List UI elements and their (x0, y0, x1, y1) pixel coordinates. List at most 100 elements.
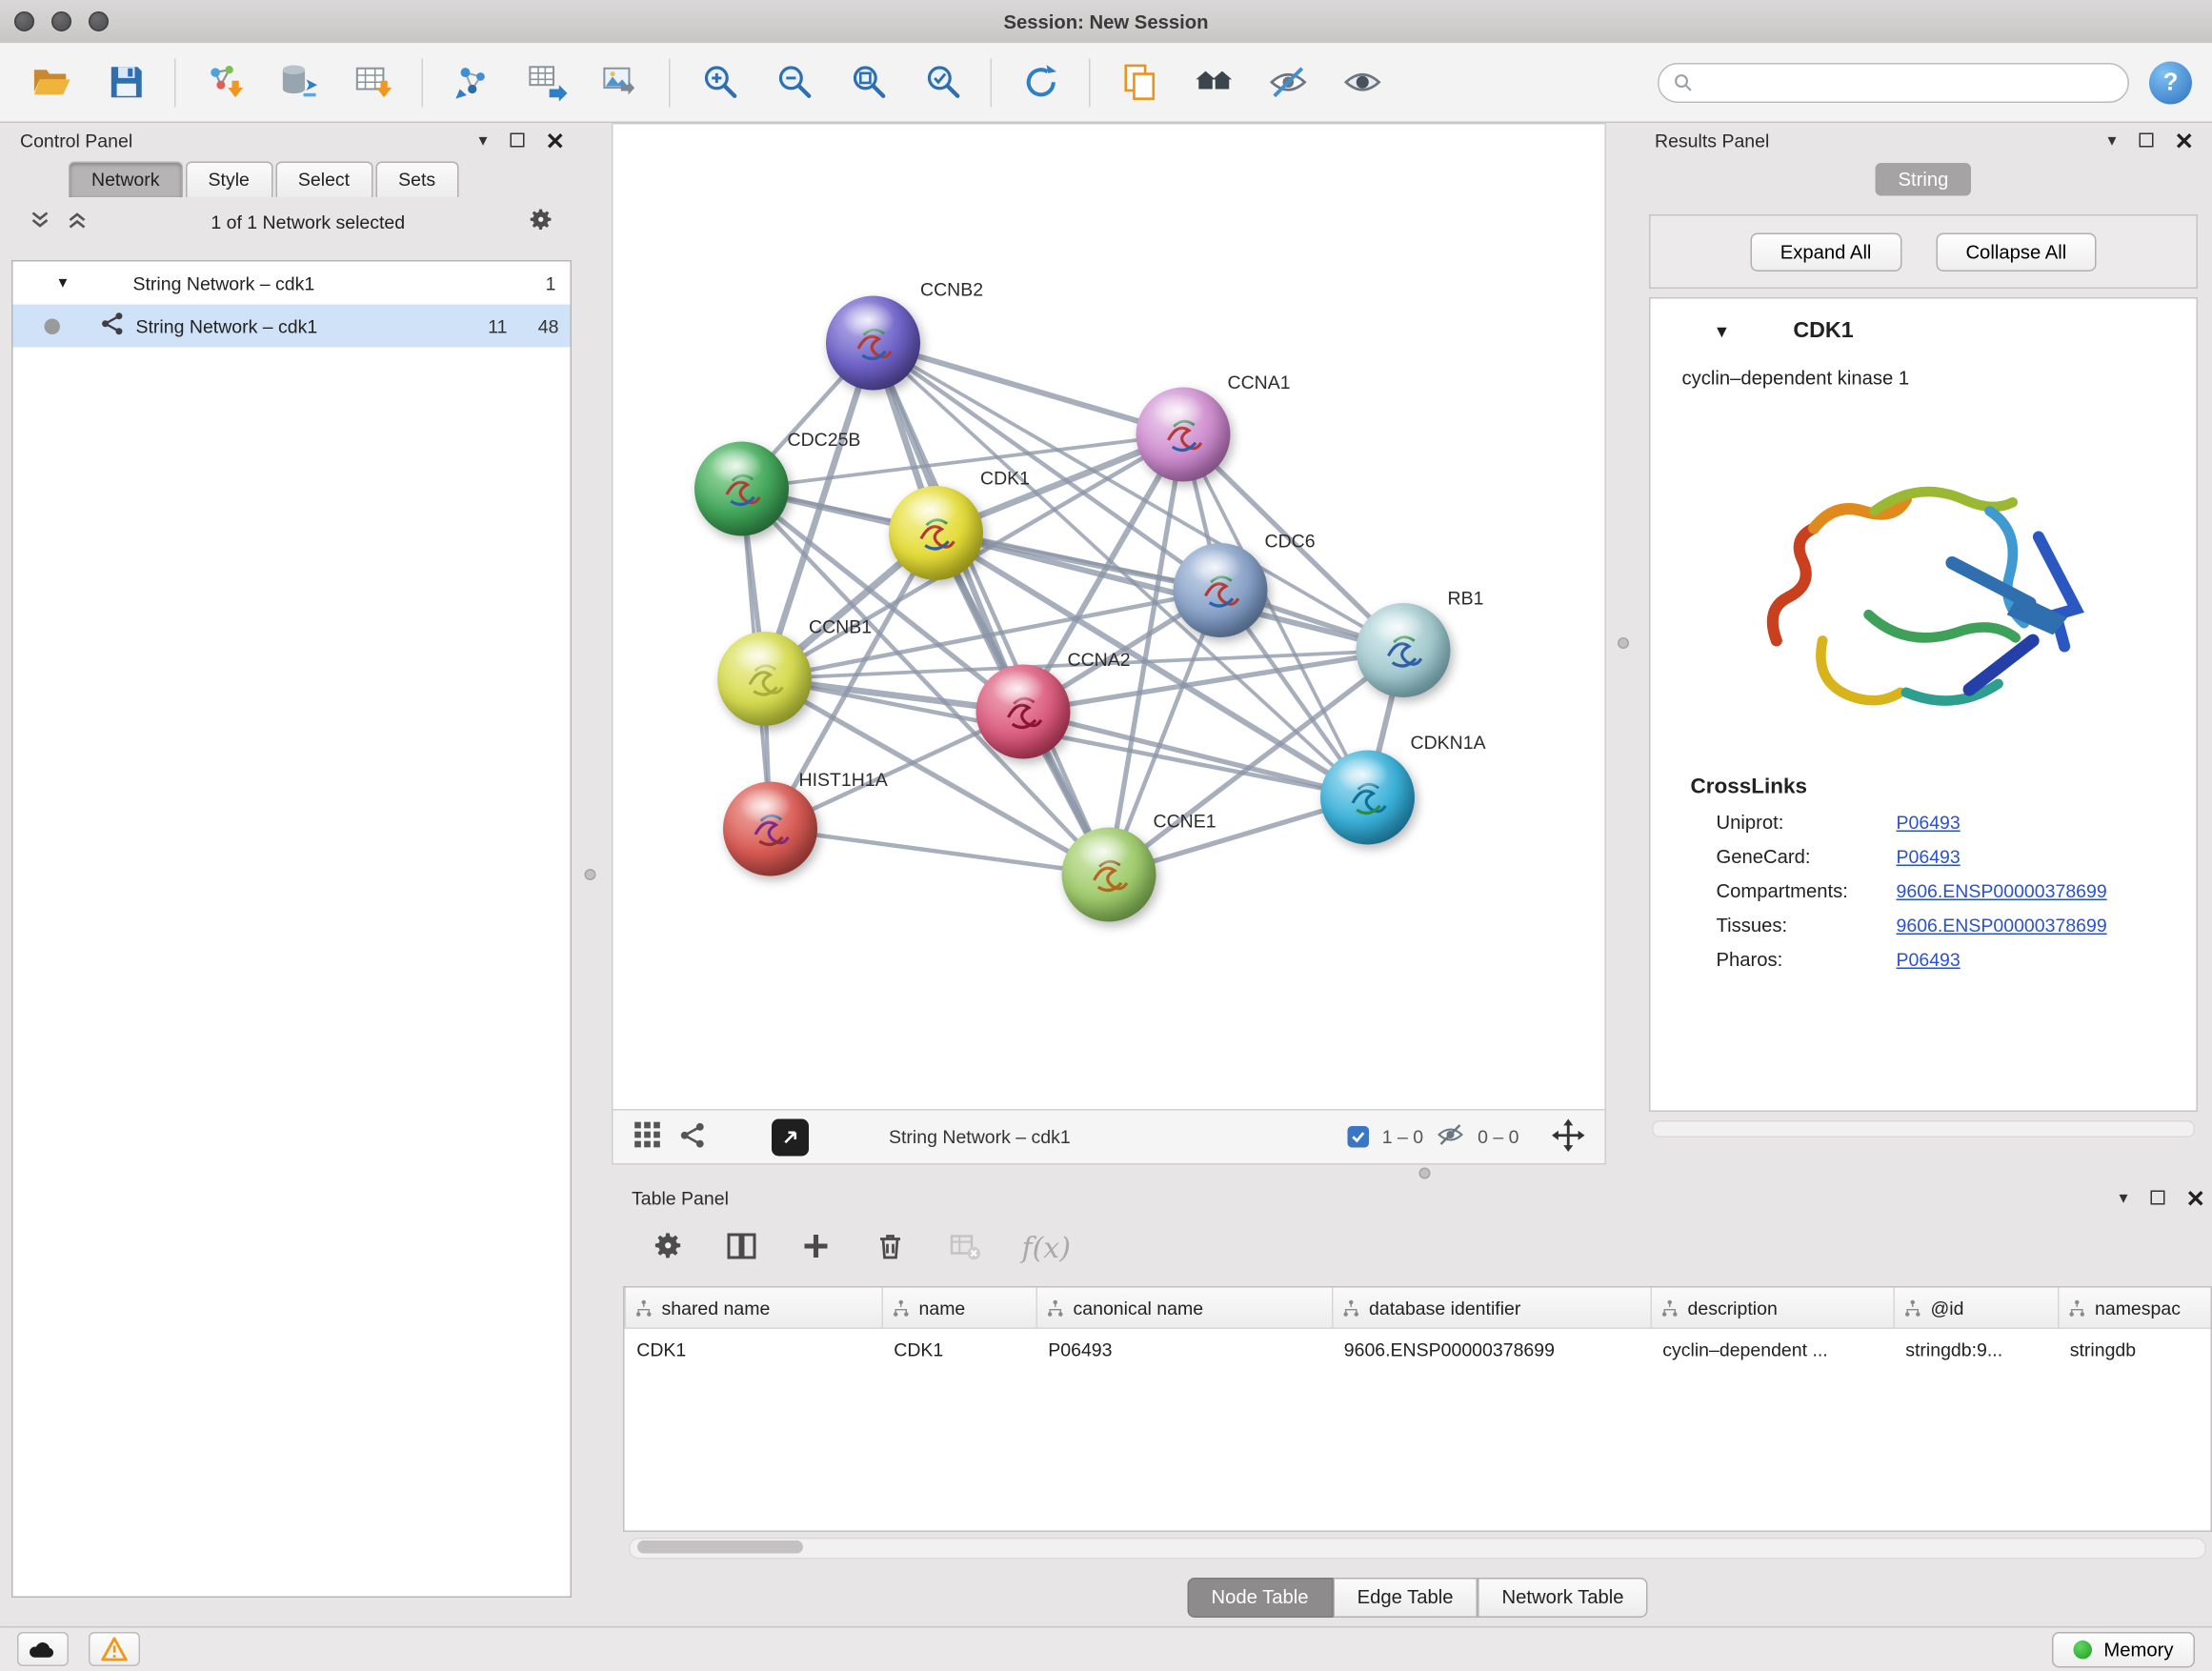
show-all-button[interactable] (1325, 50, 1399, 113)
zoom-selected-button[interactable] (905, 50, 979, 113)
network-node-cdc6[interactable] (1174, 543, 1268, 637)
tab-edge-table[interactable]: Edge Table (1333, 1578, 1478, 1618)
home-button[interactable] (1176, 50, 1251, 113)
maximize-panel-icon[interactable] (511, 133, 525, 148)
export-image-button[interactable] (583, 50, 657, 113)
network-collection-row[interactable]: ▼ String Network – cdk1 1 (13, 262, 571, 305)
cloud-button[interactable] (17, 1632, 69, 1666)
cell-canonical-name[interactable]: P06493 (1036, 1328, 1333, 1369)
network-node-ccnb2[interactable] (826, 296, 920, 391)
move-crosshair-icon[interactable] (1552, 1118, 1585, 1156)
network-row-selected[interactable]: String Network – cdk1 11 48 (13, 305, 571, 348)
collapse-all-icon[interactable] (29, 208, 51, 235)
zoom-window-button[interactable] (89, 11, 109, 31)
collapse-panel-icon[interactable]: ▾ (2119, 1188, 2127, 1208)
delete-column-icon[interactable] (874, 1228, 908, 1267)
tab-sets[interactable]: Sets (375, 162, 458, 198)
hidden-eye-icon[interactable] (1437, 1120, 1465, 1154)
network-node-ccne1[interactable] (1062, 828, 1156, 922)
column-header[interactable]: namespac (2059, 1288, 2212, 1329)
column-header[interactable]: description (1651, 1288, 1894, 1329)
crosslink-link[interactable]: P06493 (1897, 812, 1961, 834)
collapse-section-icon[interactable]: ▼ (1714, 322, 1731, 342)
import-network-file-button[interactable] (188, 50, 262, 113)
network-node-ccna1[interactable] (1136, 388, 1231, 482)
expand-all-button[interactable]: Expand All (1750, 232, 1901, 272)
crosslink-link[interactable]: 9606.ENSP00000378699 (1897, 880, 2107, 902)
tab-string[interactable]: String (1876, 163, 1972, 196)
network-node-ccnb1[interactable] (717, 632, 812, 726)
collapse-panel-icon[interactable]: ▾ (478, 131, 487, 151)
apply-layout-button[interactable] (1003, 50, 1077, 113)
table-settings-gear-icon[interactable] (652, 1229, 685, 1266)
grid-view-icon[interactable] (633, 1120, 662, 1154)
search-input[interactable] (1703, 70, 2114, 95)
zoom-out-button[interactable] (756, 50, 831, 113)
cell-name[interactable]: CDK1 (882, 1328, 1036, 1369)
network-node-cdk1[interactable] (889, 486, 983, 580)
horizontal-scrollbar[interactable] (629, 1538, 2206, 1560)
new-network-button[interactable] (434, 50, 509, 113)
network-node-cdkn1a[interactable] (1320, 751, 1415, 845)
maximize-panel-icon[interactable] (2151, 1191, 2165, 1205)
warning-button[interactable] (89, 1632, 140, 1666)
selected-checkbox[interactable] (1348, 1126, 1370, 1148)
network-canvas[interactable]: CCNB2 CCNA1 CDC25B CDK1 CDC6 RB1 CCNB1 C… (613, 125, 1605, 1110)
hide-selected-button[interactable] (1251, 50, 1325, 113)
network-node-rb1[interactable] (1357, 603, 1451, 697)
zoom-in-button[interactable] (682, 50, 756, 113)
gear-icon[interactable] (528, 206, 555, 237)
import-table-button[interactable] (336, 50, 411, 113)
memory-button[interactable]: Memory (2052, 1631, 2195, 1667)
tree-expand-icon[interactable]: ▼ (56, 275, 76, 292)
close-panel-icon[interactable] (2188, 1190, 2204, 1206)
add-column-icon[interactable] (799, 1228, 834, 1267)
close-window-button[interactable] (14, 11, 34, 31)
tab-style[interactable]: Style (186, 162, 272, 198)
column-header[interactable]: shared name (625, 1288, 882, 1329)
import-network-database-button[interactable] (262, 50, 336, 113)
copy-document-button[interactable] (1102, 50, 1176, 113)
column-header[interactable]: @id (1894, 1288, 2059, 1329)
zoom-fit-button[interactable] (831, 50, 905, 113)
network-navigator-button[interactable] (772, 1118, 809, 1156)
help-button[interactable]: ? (2149, 61, 2192, 104)
cell-database-identifier[interactable]: 9606.ENSP00000378699 (1333, 1328, 1652, 1369)
close-panel-icon[interactable] (548, 132, 564, 149)
column-header[interactable]: name (882, 1288, 1036, 1329)
close-panel-icon[interactable] (2177, 132, 2193, 149)
network-node-ccna2[interactable] (976, 665, 1071, 759)
crosslink-link[interactable]: P06493 (1897, 846, 1961, 868)
share-view-icon[interactable] (679, 1121, 707, 1153)
minimize-window-button[interactable] (51, 11, 71, 31)
cell-shared-name[interactable]: CDK1 (625, 1328, 882, 1369)
network-node-cdc25b[interactable] (694, 442, 789, 536)
show-columns-icon[interactable] (725, 1228, 759, 1267)
open-session-button[interactable] (14, 50, 89, 113)
tab-node-table[interactable]: Node Table (1187, 1578, 1333, 1618)
network-node-hist1h1a[interactable] (723, 782, 817, 876)
column-header[interactable]: canonical name (1036, 1288, 1333, 1329)
crosslink-link[interactable]: P06493 (1897, 949, 1961, 971)
column-header[interactable]: database identifier (1333, 1288, 1652, 1329)
cell-namespace[interactable]: stringdb (2059, 1328, 2212, 1369)
splitter-handle[interactable] (1419, 1168, 1431, 1179)
table-row[interactable]: CDK1 CDK1 P06493 9606.ENSP00000378699 cy… (625, 1328, 2211, 1369)
results-scrollbar[interactable] (1652, 1120, 2195, 1137)
expand-all-icon[interactable] (66, 208, 89, 235)
maximize-panel-icon[interactable] (2140, 133, 2154, 148)
tab-network-table[interactable]: Network Table (1478, 1578, 1648, 1618)
save-session-button[interactable] (89, 50, 163, 113)
collapse-panel-icon[interactable]: ▾ (2107, 131, 2116, 151)
collapse-all-button[interactable]: Collapse All (1936, 232, 2097, 272)
crosslink-link[interactable]: 9606.ENSP00000378699 (1897, 915, 2107, 936)
network-from-table-button[interactable] (509, 50, 583, 113)
tab-network[interactable]: Network (69, 162, 183, 198)
cell-id[interactable]: stringdb:9... (1894, 1328, 2059, 1369)
tab-select[interactable]: Select (275, 162, 372, 198)
search-box[interactable] (1658, 62, 2129, 102)
cell-description[interactable]: cyclin–dependent ... (1651, 1328, 1894, 1369)
horizontal-scrollbar-thumb[interactable] (637, 1540, 803, 1554)
splitter-handle[interactable] (585, 869, 596, 880)
splitter-handle[interactable] (1618, 637, 1629, 649)
